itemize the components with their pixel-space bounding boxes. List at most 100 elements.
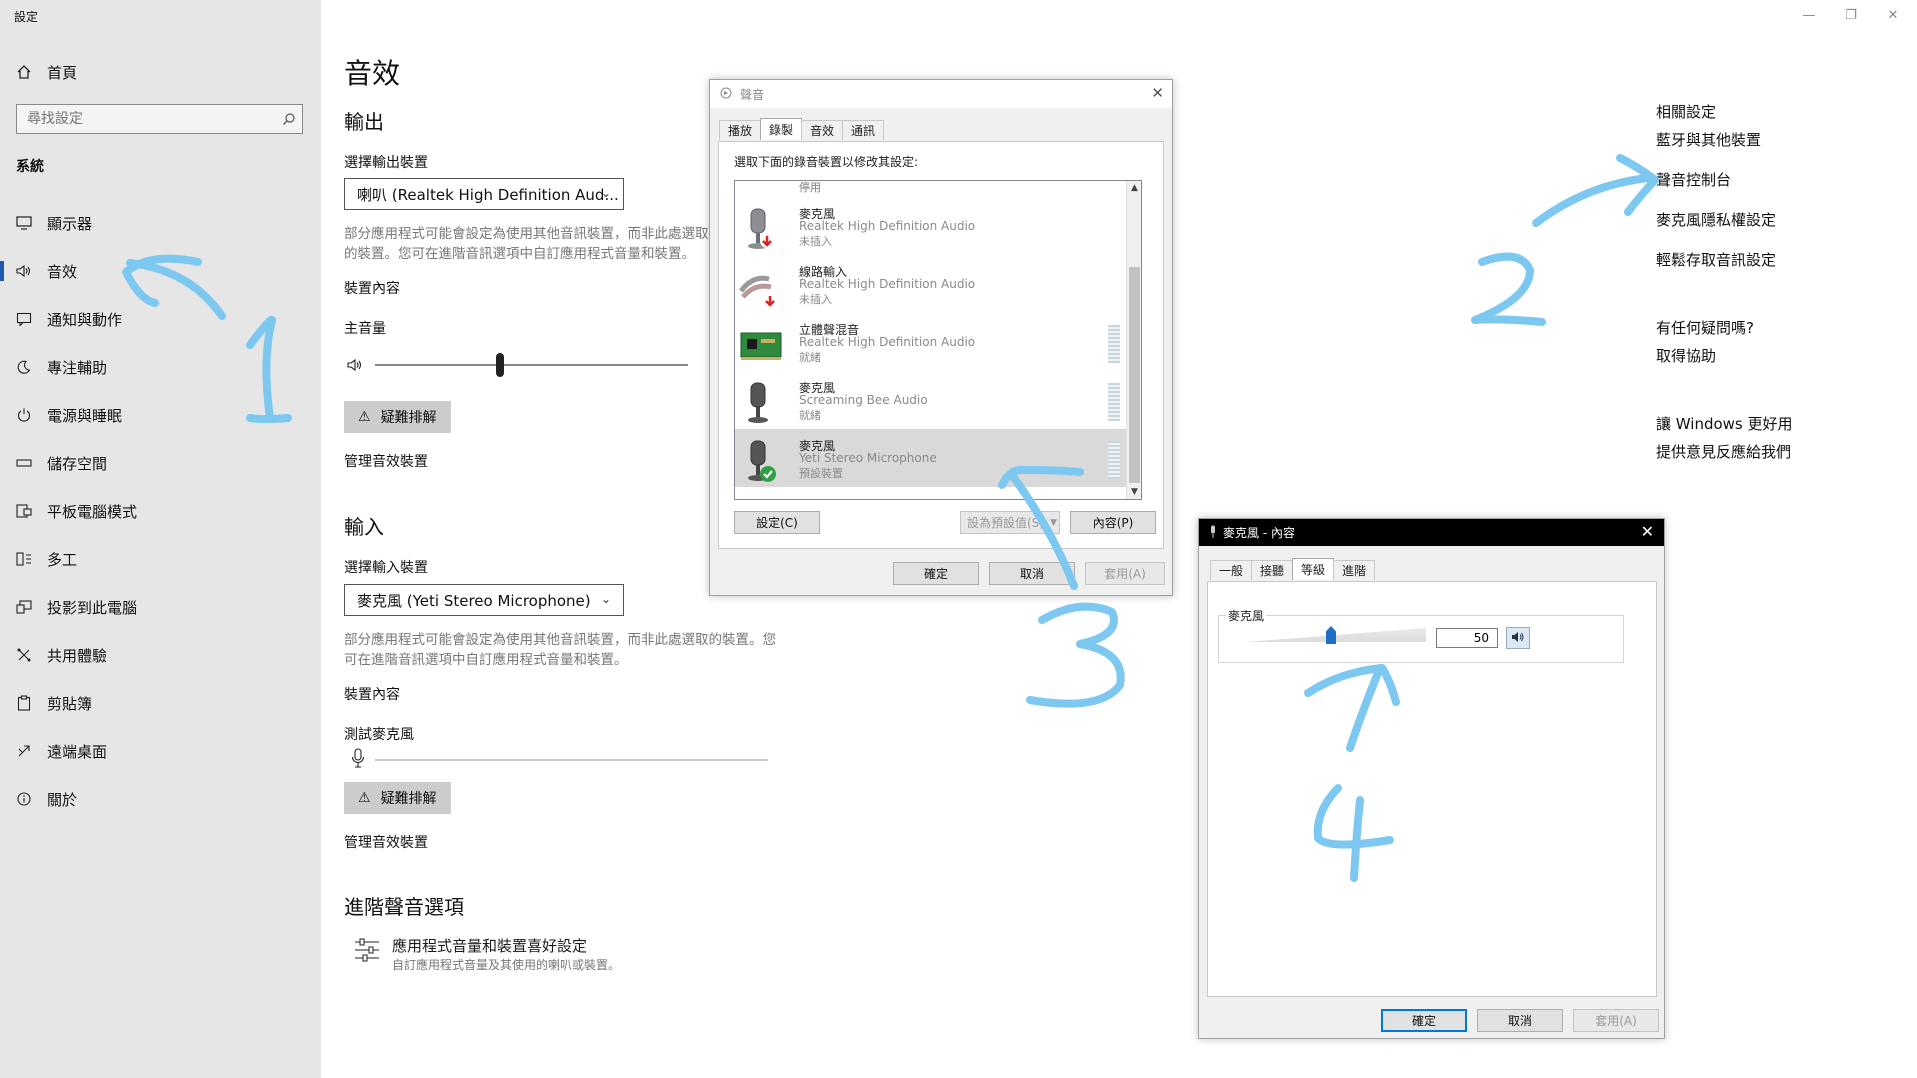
ok-button[interactable]: 確定 <box>1381 1009 1467 1032</box>
input-device-properties-link[interactable]: 裝置內容 <box>344 684 400 704</box>
mic-level-group-label: 麥克風 <box>1226 607 1267 624</box>
close-button[interactable]: ✕ <box>1878 4 1908 26</box>
tab-recording[interactable]: 錄製 <box>760 118 803 140</box>
nav-item-label: 電源與睡眠 <box>47 406 123 425</box>
input-manage-link[interactable]: 管理音效裝置 <box>344 832 428 852</box>
device-status: 就緒 <box>799 351 821 364</box>
nav-home[interactable]: 首頁 <box>0 52 321 92</box>
nav-item-shared-experiences[interactable]: 共用體驗 <box>0 635 321 675</box>
related-link-ease-of-access-audio[interactable]: 輕鬆存取音訊設定 <box>1656 249 1776 270</box>
nav-item-power[interactable]: 電源與睡眠 <box>0 395 321 435</box>
list-item-device-selected[interactable]: 麥克風 Yeti Stereo Microphone 預設裝置 <box>735 429 1126 487</box>
search-icon[interactable] <box>276 112 302 126</box>
nav-item-label: 通知與動作 <box>47 310 123 329</box>
nav-item-display[interactable]: 顯示器 <box>0 203 321 243</box>
feedback-link[interactable]: 提供意見反應給我們 <box>1656 441 1791 462</box>
level-meter <box>1108 383 1120 421</box>
nav-item-sound[interactable]: 音效 <box>0 251 321 291</box>
nav-item-label: 顯示器 <box>47 214 93 233</box>
apply-button[interactable]: 套用(A) <box>1085 562 1165 585</box>
page-title: 音效 <box>344 57 401 90</box>
apply-button[interactable]: 套用(A) <box>1573 1009 1659 1032</box>
ok-button[interactable]: 確定 <box>893 562 979 585</box>
nav-home-label: 首頁 <box>47 63 78 82</box>
partial-device-status: 停用 <box>799 181 821 194</box>
nav-item-about[interactable]: 關於 <box>0 779 321 819</box>
configure-button[interactable]: 設定(C) <box>734 511 820 534</box>
help-heading: 有任何疑問嗎? <box>1656 319 1754 337</box>
nav-item-notifications[interactable]: 通知與動作 <box>0 299 321 339</box>
sound-dialog-titlebar[interactable]: 聲音 <box>710 80 1172 108</box>
project-icon <box>15 598 33 616</box>
mic-level-input[interactable] <box>1436 628 1498 648</box>
sound-dialog-close-button[interactable]: ✕ <box>1151 84 1164 102</box>
output-heading: 輸出 <box>344 110 384 134</box>
search-input[interactable] <box>17 105 276 133</box>
master-volume-track[interactable] <box>375 364 688 366</box>
set-default-button[interactable]: 設為預設值(S) ▼ <box>960 511 1060 534</box>
input-troubleshoot-button[interactable]: ⚠ 疑難排解 <box>344 782 451 814</box>
device-list-scrollbar[interactable]: ▲ ▼ <box>1126 181 1141 499</box>
tab-communications[interactable]: 通訊 <box>842 120 885 140</box>
device-driver: Realtek High Definition Audio <box>799 335 976 349</box>
moon-icon <box>15 358 33 376</box>
speaker-icon <box>1511 631 1525 646</box>
restore-button[interactable]: ❐ <box>1836 4 1866 26</box>
output-troubleshoot-button[interactable]: ⚠ 疑難排解 <box>344 401 451 433</box>
tab-listen[interactable]: 接聽 <box>1251 560 1294 580</box>
output-device-properties-link[interactable]: 裝置內容 <box>344 278 400 298</box>
microphone-icon <box>739 439 779 482</box>
microphone-icon <box>351 748 365 772</box>
nav-item-multitasking[interactable]: 多工 <box>0 539 321 579</box>
scroll-up-arrow[interactable]: ▲ <box>1127 181 1141 195</box>
output-manage-link[interactable]: 管理音效裝置 <box>344 451 428 471</box>
mic-dialog-titlebar[interactable]: 麥克風 - 內容 <box>1199 519 1664 546</box>
nav-item-remote-desktop[interactable]: 遠端桌面 <box>0 731 321 771</box>
list-item-device[interactable]: 麥克風 Screaming Bee Audio 就緒 <box>735 371 1126 429</box>
input-device-dropdown[interactable]: 麥克風 (Yeti Stereo Microphone) ⌄ <box>344 584 624 616</box>
microphone-icon <box>739 381 779 423</box>
settings-search[interactable] <box>16 104 303 134</box>
troubleshoot-label: 疑難排解 <box>380 791 437 807</box>
list-item-device[interactable]: 線路輸入 Realtek High Definition Audio 未插入 <box>735 255 1126 313</box>
nav-item-label: 共用體驗 <box>47 646 108 665</box>
output-device-dropdown[interactable]: 喇叭 (Realtek High Definition Aud... ⌄ <box>344 178 624 210</box>
sound-card-icon <box>739 323 782 363</box>
properties-button[interactable]: 內容(P) <box>1070 511 1156 534</box>
nav-item-projecting[interactable]: 投影到此電腦 <box>0 587 321 627</box>
tab-general[interactable]: 一般 <box>1210 560 1253 580</box>
app-volume-preferences-link[interactable]: 應用程式音量和裝置喜好設定 <box>392 935 587 956</box>
nav-item-label: 剪貼簿 <box>47 694 93 713</box>
get-help-link[interactable]: 取得協助 <box>1656 345 1716 366</box>
scroll-thumb[interactable] <box>1129 267 1140 483</box>
scroll-down-arrow[interactable]: ▼ <box>1127 485 1141 499</box>
nav-item-tablet[interactable]: 平板電腦模式 <box>0 491 321 531</box>
mic-dialog-close-button[interactable]: ✕ <box>1641 522 1654 541</box>
list-item-device[interactable]: 立體聲混音 Realtek High Definition Audio 就緒 <box>735 313 1126 371</box>
cancel-button[interactable]: 取消 <box>1477 1009 1563 1032</box>
related-link-bluetooth[interactable]: 藍牙與其他裝置 <box>1656 129 1761 150</box>
nav-item-clipboard[interactable]: 剪貼簿 <box>0 683 321 723</box>
tab-advanced[interactable]: 進階 <box>1333 560 1376 580</box>
tab-playback[interactable]: 播放 <box>719 120 762 140</box>
related-link-sound-control-panel[interactable]: 聲音控制台 <box>1656 169 1731 190</box>
cancel-button[interactable]: 取消 <box>989 562 1075 585</box>
nav-item-storage[interactable]: 儲存空間 <box>0 443 321 483</box>
annotation-digit-2 <box>1471 252 1546 326</box>
minimize-button[interactable]: — <box>1794 4 1824 26</box>
master-volume-thumb[interactable] <box>496 353 505 377</box>
mute-toggle-button[interactable] <box>1506 627 1530 649</box>
shared-icon <box>15 646 33 664</box>
list-item-partial[interactable]: 停用 <box>799 181 821 194</box>
device-driver: Realtek High Definition Audio <box>799 277 976 291</box>
tab-sounds[interactable]: 音效 <box>801 120 844 140</box>
list-item-device[interactable]: 麥克風 Realtek High Definition Audio 未插入 <box>735 197 1126 255</box>
nav-item-focus-assist[interactable]: 專注輔助 <box>0 347 321 387</box>
troubleshoot-label: 疑難排解 <box>380 410 437 426</box>
clipboard-icon <box>15 694 33 712</box>
nav-item-label: 平板電腦模式 <box>47 502 138 521</box>
related-link-mic-privacy[interactable]: 麥克風隱私權設定 <box>1656 209 1776 230</box>
sound-dialog-title: 聲音 <box>740 87 765 102</box>
tab-levels[interactable]: 等級 <box>1292 558 1335 580</box>
app-title: 設定 <box>14 10 39 24</box>
